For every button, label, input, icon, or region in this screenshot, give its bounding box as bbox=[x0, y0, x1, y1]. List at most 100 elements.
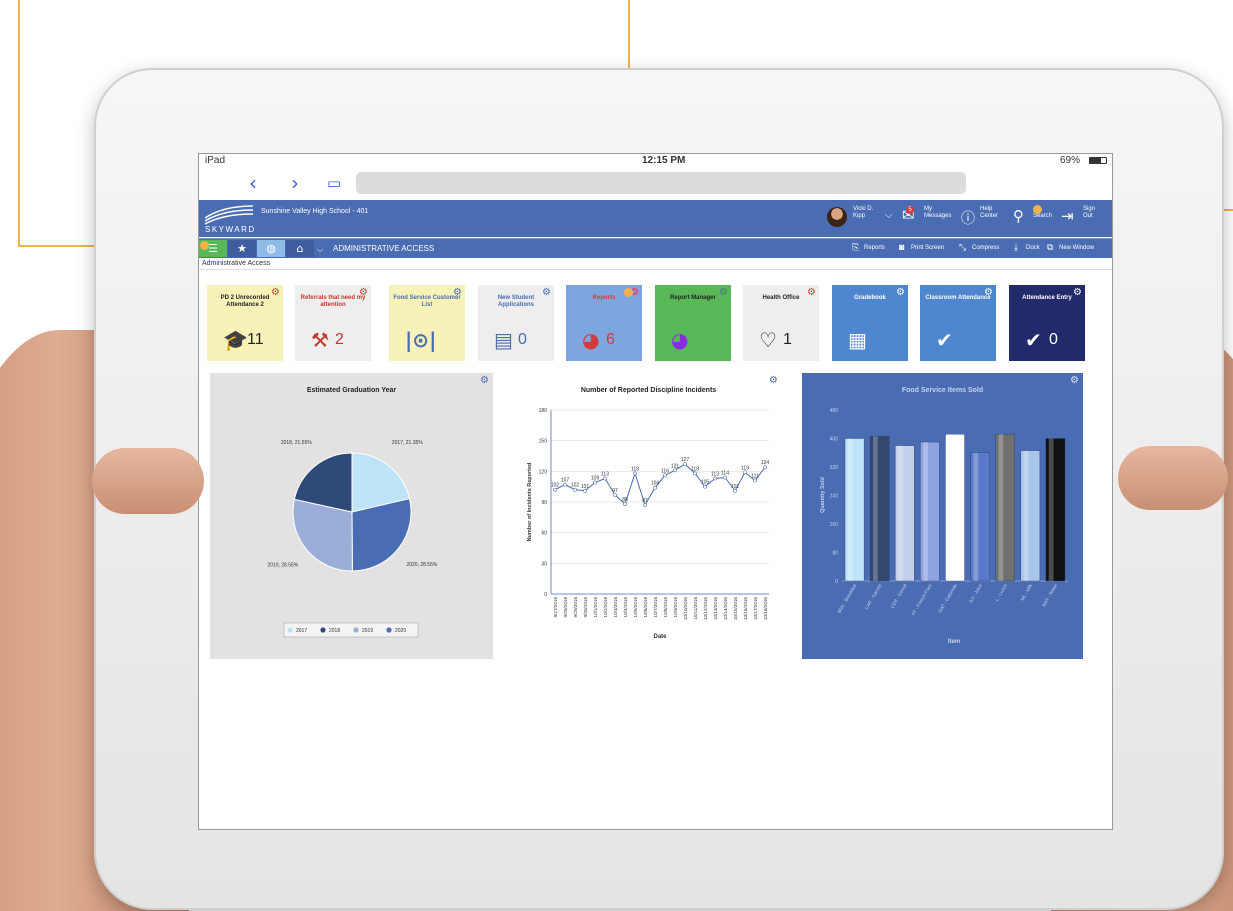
pie-slice-2020 bbox=[351, 497, 412, 572]
search-icon[interactable]: ⚲ bbox=[1013, 207, 1024, 225]
camera-icon[interactable]: ◙ bbox=[899, 242, 904, 252]
compress-link[interactable]: Compress bbox=[972, 245, 999, 251]
y-tick-label: 120 bbox=[539, 469, 548, 475]
y-tick-label: 320 bbox=[830, 465, 839, 471]
help-icon[interactable]: ⓘ bbox=[961, 208, 975, 228]
school-name: Sunshine Valley High School - 401 bbox=[261, 208, 369, 215]
x-tick-label: 10/9/2016 bbox=[673, 597, 678, 618]
x-tick-label: 10/2/2016 bbox=[603, 597, 608, 618]
legend-swatch bbox=[287, 627, 293, 633]
gear-icon[interactable]: ⚙ bbox=[480, 375, 489, 386]
x-tick-label: L - Lunch bbox=[994, 583, 1008, 602]
callout-dot bbox=[1033, 205, 1042, 214]
tile-report-manager[interactable]: ⚙ Report Manager ◕ bbox=[655, 285, 731, 361]
sign-out-link[interactable]: Sign Out bbox=[1083, 206, 1095, 220]
pie-icon: ◕ bbox=[671, 328, 689, 352]
data-label: 88 bbox=[622, 497, 628, 503]
legend-swatch bbox=[386, 627, 392, 633]
y-tick-label: 60 bbox=[541, 531, 547, 537]
x-tick-label: FF - French Fries bbox=[911, 582, 933, 616]
tile-count: 0 bbox=[1049, 331, 1058, 348]
data-label: 102 bbox=[551, 483, 560, 489]
tile-count: 0 bbox=[518, 331, 527, 348]
data-label: 87 bbox=[642, 498, 648, 504]
legend-label: 2020 bbox=[395, 628, 406, 634]
gavel-icon: ⚒ bbox=[311, 328, 329, 352]
data-label: 127 bbox=[681, 457, 690, 463]
help-link[interactable]: Help Center bbox=[980, 206, 998, 220]
favorites-star-icon[interactable]: ★ bbox=[228, 240, 256, 257]
tile-food-service-customer-list[interactable]: ⚙ Food Service Customer List |⊙| bbox=[389, 285, 465, 361]
tile-attendance-entry[interactable]: ⚙ Attendance Entry ✔ 0 bbox=[1009, 285, 1085, 361]
chevron-down-icon[interactable]: ⌵ bbox=[885, 210, 893, 221]
device-label: iPad bbox=[205, 155, 226, 166]
y-axis-title: Quantity Sold bbox=[820, 477, 826, 513]
x-tick-label: 10/6/2016 bbox=[643, 597, 648, 618]
x-tick-label: BRK - Breakfast bbox=[837, 582, 858, 614]
tile-classroom-attendance[interactable]: ⚙ Classroom Attendance ✔ bbox=[920, 285, 996, 361]
y-tick-label: 400 bbox=[830, 437, 839, 443]
back-icon[interactable]: ‹ bbox=[249, 171, 257, 195]
chevron-down-icon[interactable]: ⌵ bbox=[317, 245, 323, 255]
x-tick-label: 10/15/2016 bbox=[733, 597, 738, 620]
gear-icon[interactable]: ⚙ bbox=[769, 375, 778, 386]
bar-highlight bbox=[1023, 450, 1029, 581]
data-label: 118 bbox=[631, 466, 639, 472]
reports-link[interactable]: Reports bbox=[864, 245, 885, 251]
user-name[interactable]: Vicki D. Kipp bbox=[853, 206, 873, 220]
x-tick-label: CER - Cereal bbox=[890, 583, 908, 609]
bar-highlight bbox=[973, 452, 979, 581]
bookmarks-icon[interactable]: ▭ bbox=[327, 174, 341, 192]
x-tick-label: 10/13/2016 bbox=[713, 597, 718, 620]
tile-count: 6 bbox=[606, 331, 615, 348]
tile-gradebook[interactable]: ⚙ Gradebook ▦ bbox=[832, 285, 908, 361]
reports-icon[interactable]: ⎘ bbox=[852, 242, 859, 253]
y-tick-label: 480 bbox=[830, 408, 839, 414]
bar-highlight bbox=[872, 436, 878, 581]
graduation-check-icon: 🎓 bbox=[223, 328, 248, 352]
panel-title: Number of Reported Discipline Incidents bbox=[580, 387, 717, 394]
avatar[interactable] bbox=[827, 207, 847, 227]
search-link[interactable]: Search bbox=[1033, 213, 1052, 220]
forward-icon[interactable]: › bbox=[291, 171, 299, 195]
bar-GAT - Gatorade bbox=[945, 434, 965, 582]
x-axis-title: Item bbox=[948, 639, 960, 645]
x-tick-label: GAT - Gatorade bbox=[937, 583, 958, 614]
x-tick-label: 10/12/2016 bbox=[703, 597, 708, 620]
tile-health-office[interactable]: ⚙ Health Office ♡ 1 bbox=[743, 285, 819, 361]
callout-dot bbox=[624, 288, 633, 297]
pie-chart: 2017, 21.35% 2020, 28.55% 2019, 28.55% 2018… bbox=[267, 440, 438, 638]
sign-out-icon[interactable]: ⇥ bbox=[1061, 207, 1074, 225]
bar-chart: 0 80 160 240 320 400 480 BRK - Breakfast CAR - C… bbox=[820, 408, 1068, 645]
globe-icon[interactable]: ◍ bbox=[257, 240, 285, 257]
tile-referrals-that-need-my-attention[interactable]: ⚙ Referrals that need my attention ⚒ 2 bbox=[295, 285, 371, 361]
x-tick-label: 9/29/2016 bbox=[573, 597, 578, 618]
x-tick-label: 9/28/2016 bbox=[563, 597, 568, 618]
data-label: 104 bbox=[651, 481, 660, 487]
tile-label: Food Service Customer List bbox=[393, 295, 461, 308]
right-thumb bbox=[1118, 446, 1228, 510]
data-label: 107 bbox=[561, 478, 570, 484]
y-tick-label: 150 bbox=[539, 439, 548, 445]
print-screen-link[interactable]: Print Screen bbox=[911, 245, 944, 251]
attendance-icon: ✔ bbox=[936, 328, 953, 352]
tile-label: Health Office bbox=[762, 295, 800, 301]
address-bar[interactable] bbox=[356, 172, 966, 194]
new-window-link[interactable]: New Window bbox=[1059, 245, 1094, 251]
new-window-icon[interactable]: ⧉ bbox=[1047, 242, 1053, 253]
x-tick-label: 10/10/2016 bbox=[683, 597, 688, 620]
data-label: 119 bbox=[741, 465, 749, 471]
tile-new-student-applications[interactable]: ⚙ New Student Applications ▤ 0 bbox=[478, 285, 554, 361]
left-thumb bbox=[92, 448, 204, 514]
gear-icon[interactable]: ⚙ bbox=[1070, 375, 1079, 386]
bar-CER - Cereal bbox=[895, 445, 915, 582]
tile-pd-2-unrecorded-attendance-2[interactable]: ⚙ PD 2 Unrecorded Attendance 2 🎓 11 bbox=[207, 285, 283, 361]
dock-icon[interactable]: ⤓ bbox=[1014, 242, 1018, 253]
slice-label: 2017, 21.35% bbox=[392, 440, 423, 446]
dock-link[interactable]: Dock bbox=[1026, 245, 1040, 251]
y-tick-label: 90 bbox=[541, 500, 547, 506]
x-tick-label: 10/18/2016 bbox=[763, 597, 768, 620]
home-icon[interactable]: ⌂ bbox=[286, 240, 314, 257]
messages-link[interactable]: My Messages bbox=[924, 206, 951, 220]
compress-icon[interactable]: ⤡ bbox=[959, 242, 966, 253]
